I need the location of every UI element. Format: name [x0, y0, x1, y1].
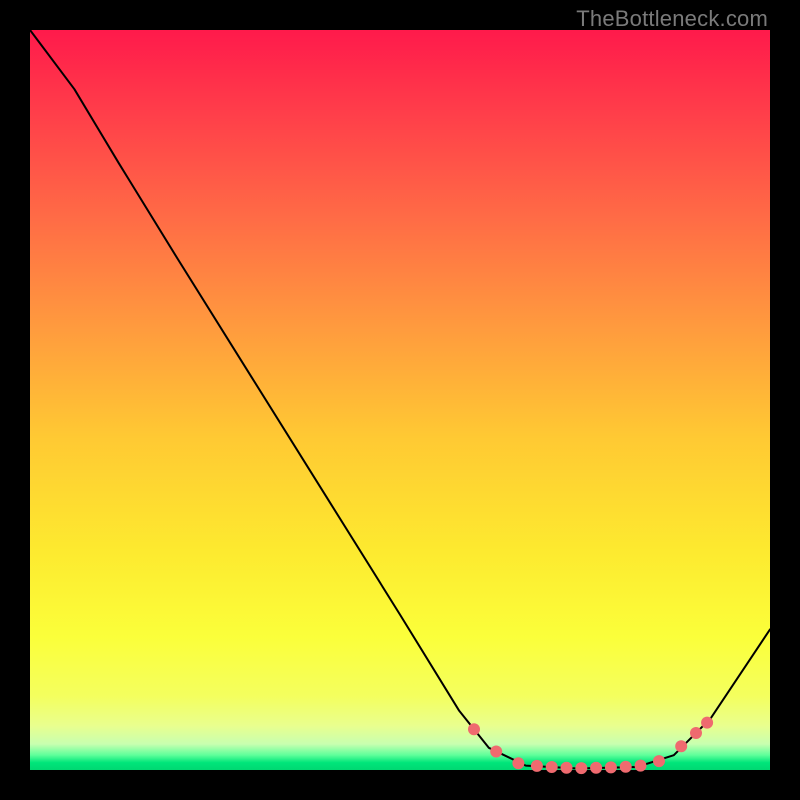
marker-dot — [575, 762, 587, 774]
plot-area — [30, 30, 770, 770]
marker-dot — [468, 723, 480, 735]
marker-dot — [675, 740, 687, 752]
chart-frame: TheBottleneck.com — [0, 0, 800, 800]
marker-dot — [690, 727, 702, 739]
marker-dot — [701, 717, 713, 729]
marker-dot — [490, 746, 502, 758]
marker-dot — [512, 757, 524, 769]
optimal-range-dots — [468, 717, 713, 775]
marker-dot — [561, 762, 573, 774]
marker-dot — [546, 761, 558, 773]
bottleneck-curve — [30, 30, 770, 769]
marker-dot — [653, 755, 665, 767]
curve-layer — [30, 30, 770, 770]
marker-dot — [590, 762, 602, 774]
marker-dot — [531, 760, 543, 772]
marker-dot — [620, 761, 632, 773]
watermark-text: TheBottleneck.com — [576, 6, 768, 32]
marker-dot — [605, 761, 617, 773]
marker-dot — [635, 760, 647, 772]
